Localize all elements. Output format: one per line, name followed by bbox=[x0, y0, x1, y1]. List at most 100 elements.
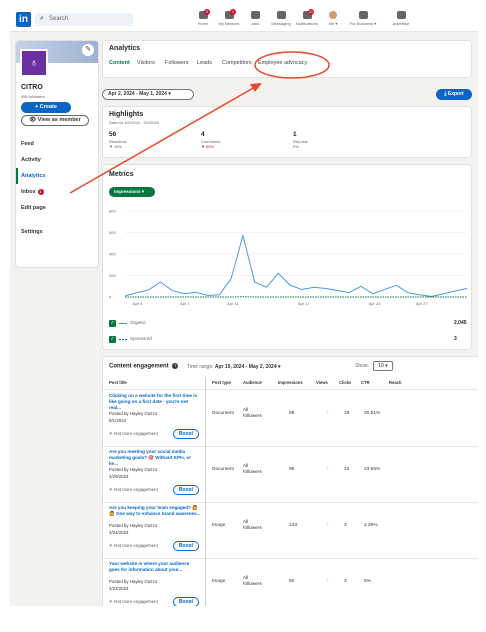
legend-line-swatch bbox=[119, 323, 127, 324]
impressions-cell: 133 bbox=[289, 523, 298, 528]
nav-label: Advertise bbox=[392, 21, 410, 26]
column-header[interactable]: Clicks bbox=[339, 380, 351, 385]
get-more-engagement-link[interactable]: ✳ Get more engagement bbox=[109, 487, 158, 493]
stat-reactions: 56 Reactions ▼ 15% bbox=[109, 131, 127, 149]
stat-comments: 4 Comments ▼ 80% bbox=[201, 131, 220, 149]
tab-leads[interactable]: Leads bbox=[197, 60, 212, 66]
column-header[interactable]: Reacti bbox=[389, 380, 402, 385]
sidebar-item-feed[interactable]: Feed bbox=[16, 136, 98, 152]
audience-cell: All followers bbox=[243, 520, 262, 531]
sidebar-item-analytics[interactable]: Analytics bbox=[16, 168, 98, 184]
sidebar-item-edit-page[interactable]: Edit page bbox=[16, 200, 98, 216]
boost-button[interactable]: Boost bbox=[173, 429, 199, 439]
time-range[interactable]: Time range: Apr 19, 2024 - May 2, 2024 ▾ bbox=[187, 364, 281, 370]
legend-organic[interactable]: ✓ Organic 2,045 bbox=[109, 319, 467, 329]
legend-total: 2,045 bbox=[454, 320, 467, 326]
sidebar-item-activity[interactable]: Activity bbox=[16, 152, 98, 168]
clicks-cell: 22 bbox=[344, 467, 350, 472]
sidebar-item-label: Settings bbox=[21, 229, 43, 235]
post-type-cell: Image bbox=[212, 579, 226, 584]
x-tick-label: Apr 23 bbox=[369, 301, 382, 306]
show-count-dropdown[interactable]: 10 ▾ bbox=[373, 361, 393, 371]
post-title-link[interactable]: Are you keeping your team engaged? 🙋 🙋 O… bbox=[109, 505, 201, 517]
ctr-cell: 30.51% bbox=[364, 411, 381, 416]
stat-change: ▼ 15% bbox=[109, 144, 123, 149]
message-icon bbox=[276, 11, 286, 19]
search-input[interactable]: ⌕ Search bbox=[35, 13, 133, 26]
inbox-badge: 1 bbox=[37, 188, 44, 195]
x-tick-label: Apr 7 bbox=[180, 301, 190, 306]
post-title-link[interactable]: Are you meeting your social media market… bbox=[109, 449, 201, 467]
time-range-value: Apr 19, 2024 - May 2, 2024 ▾ bbox=[214, 364, 281, 370]
get-more-engagement-link[interactable]: ✳ Get more engagement bbox=[109, 599, 158, 605]
x-tick-label: Apr 11 bbox=[227, 301, 239, 306]
sidebar-nav: Feed Activity Analytics Inbox 1 Edit page Sett… bbox=[16, 136, 98, 240]
sidebar-item-label: Feed bbox=[21, 141, 34, 147]
views-cell: - bbox=[327, 411, 329, 416]
tab-visitors[interactable]: Visitors bbox=[137, 60, 155, 66]
tab-content[interactable]: Content bbox=[109, 60, 130, 66]
nav-avatar[interactable]: Me ▾ bbox=[316, 11, 350, 31]
export-button[interactable]: ⤓ Export bbox=[436, 89, 472, 100]
column-header[interactable]: Views bbox=[316, 380, 328, 385]
get-more-engagement-link[interactable]: ✳ Get more engagement bbox=[109, 543, 158, 549]
legend-label: Organic bbox=[130, 320, 146, 325]
clicks-cell: 18 bbox=[344, 411, 350, 416]
briefcase-icon bbox=[250, 11, 260, 19]
column-header[interactable]: Post type bbox=[212, 380, 231, 385]
post-title-link[interactable]: Your website is where your audience goes… bbox=[109, 561, 201, 573]
tab-competitors[interactable]: Competitors bbox=[222, 60, 252, 66]
posted-by: Posted by Hayley Gazzo bbox=[109, 411, 158, 416]
grid-icon bbox=[358, 11, 368, 19]
nav-label: For Business ▾ bbox=[349, 21, 377, 26]
create-button[interactable]: + Create bbox=[21, 102, 71, 113]
boost-button[interactable]: Boost bbox=[173, 485, 199, 495]
checkbox-checked-icon[interactable]: ✓ bbox=[109, 320, 116, 327]
impressions-cell: 95 bbox=[289, 467, 295, 472]
screenshot-frame: in ⌕ Search 5 Home 1 My Network Jobs Messagin… bbox=[0, 0, 486, 632]
tab-followers[interactable]: Followers bbox=[165, 60, 189, 66]
post-title-link[interactable]: Clicking on a website for the first time… bbox=[109, 393, 201, 411]
analytics-header-card: Analytics Content Visitors Followers Leads C… bbox=[102, 40, 472, 78]
y-tick-label: 600 bbox=[109, 230, 116, 235]
audience-cell: All followers bbox=[243, 576, 262, 587]
tab-employee-advocacy[interactable]: Employee advocacy bbox=[258, 60, 307, 66]
boost-button[interactable]: Boost bbox=[173, 597, 199, 606]
legend-sponsored[interactable]: ✓ Sponsored 3 bbox=[109, 335, 457, 345]
column-header[interactable]: Post title bbox=[109, 380, 127, 385]
nav-grid[interactable]: For Business ▾ bbox=[346, 11, 380, 31]
impressions-cell: 60 bbox=[289, 579, 295, 584]
checkbox-checked-icon[interactable]: ✓ bbox=[109, 336, 116, 343]
content-engagement-title: Content engagement ? bbox=[109, 363, 179, 370]
column-header[interactable]: CTR bbox=[361, 380, 370, 385]
audience-cell: All followers bbox=[243, 464, 262, 475]
date-range-dropdown[interactable]: Apr 2, 2024 - May 1, 2024 ▾ bbox=[102, 89, 194, 100]
column-header[interactable]: Impressions bbox=[278, 380, 303, 385]
info-icon[interactable]: ? bbox=[172, 363, 179, 369]
views-cell: - bbox=[327, 523, 329, 528]
ctr-cell: 23.66% bbox=[364, 467, 381, 472]
avatar-icon bbox=[329, 11, 337, 19]
view-as-member-button[interactable]: 👁 View as member bbox=[21, 115, 89, 126]
series-line-organic bbox=[124, 233, 468, 297]
content-engagement-card: Content engagement ? Time range: Apr 19,… bbox=[102, 356, 478, 606]
content-engagement-label: Content engagement bbox=[109, 363, 169, 370]
sidebar-item-settings[interactable]: Settings bbox=[16, 224, 98, 240]
column-header[interactable]: Audience bbox=[243, 380, 262, 385]
linkedin-logo-icon[interactable]: in bbox=[16, 12, 31, 27]
get-more-engagement-link[interactable]: ✳ Get more engagement bbox=[109, 431, 158, 437]
edit-pencil-icon[interactable]: ✎ bbox=[82, 44, 94, 56]
views-cell: - bbox=[327, 579, 329, 584]
metric-selector-dropdown[interactable]: Impressions ▾ bbox=[109, 187, 155, 197]
row-divider bbox=[103, 446, 478, 447]
posted-by: Posted by Hayley Gazzo bbox=[109, 467, 158, 472]
show-label: Show: bbox=[355, 363, 369, 369]
nav-advertise[interactable]: Advertise bbox=[384, 11, 418, 31]
x-tick-label: Apr 17 bbox=[298, 301, 311, 306]
post-type-cell: Document bbox=[212, 467, 234, 472]
top-nav-bar: in ⌕ Search 5 Home 1 My Network Jobs Messagin… bbox=[10, 8, 478, 32]
sidebar-item-inbox[interactable]: Inbox 1 bbox=[16, 184, 98, 200]
y-tick-label: 800 bbox=[109, 209, 116, 214]
header-divider bbox=[103, 389, 478, 390]
boost-button[interactable]: Boost bbox=[173, 541, 199, 551]
